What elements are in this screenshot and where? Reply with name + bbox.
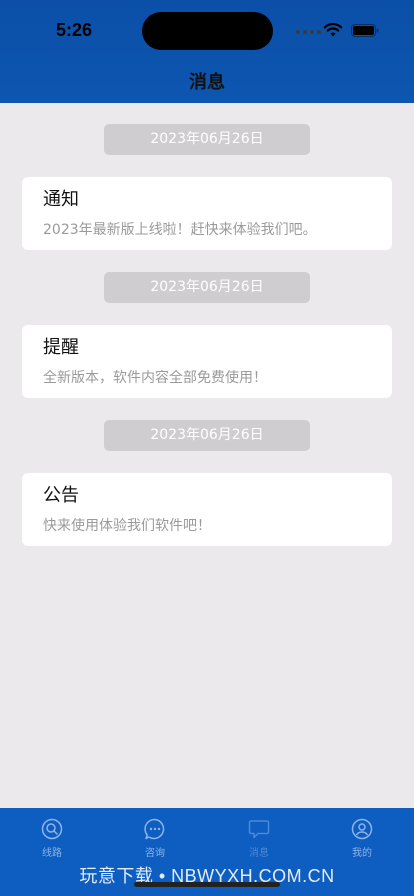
date-badge: 2023年06月26日 (104, 124, 310, 155)
message-title: 提醒 (43, 337, 79, 358)
message-title: 公告 (43, 485, 79, 506)
message-title: 通知 (43, 189, 79, 210)
page-title: 消息 (189, 72, 225, 93)
message-body: 全新版本，软件内容全部免费使用！ (43, 370, 267, 386)
message-card-reminder[interactable]: 提醒 全新版本，软件内容全部免费使用！ (22, 325, 392, 398)
search-icon (41, 818, 63, 840)
message-group: 2023年06月26日 通知 2023年最新版上线啦！赶快来体验我们吧。 (0, 124, 414, 250)
chat-icon (144, 818, 165, 840)
message-body: 快来使用体验我们软件吧！ (43, 518, 211, 534)
message-group: 2023年06月26日 提醒 全新版本，软件内容全部免费使用！ (0, 272, 414, 398)
date-badge: 2023年06月26日 (104, 420, 310, 451)
message-list: 2023年06月26日 通知 2023年最新版上线啦！赶快来体验我们吧。 202… (0, 124, 414, 546)
signal-icon (296, 30, 321, 34)
message-body: 2023年最新版上线啦！赶快来体验我们吧。 (43, 222, 317, 238)
tab-label: 消息 (249, 848, 269, 859)
message-group: 2023年06月26日 公告 快来使用体验我们软件吧！ (0, 420, 414, 546)
tab-label: 我的 (352, 848, 372, 859)
tab-consult[interactable]: 咨询 (125, 818, 185, 859)
message-icon (248, 820, 270, 839)
battery-icon (351, 24, 379, 37)
wifi-icon (323, 22, 343, 37)
tab-profile[interactable]: 我的 (332, 818, 392, 859)
dynamic-island (142, 12, 273, 50)
user-icon (351, 818, 373, 840)
header-bar: 5:26 消息 (0, 0, 414, 103)
tab-label: 线路 (42, 848, 62, 859)
status-time: 5:26 (56, 20, 93, 40)
home-indicator (134, 882, 280, 887)
date-badge: 2023年06月26日 (104, 272, 310, 303)
message-card-announcement[interactable]: 公告 快来使用体验我们软件吧！ (22, 473, 392, 546)
tab-messages[interactable]: 消息 (229, 818, 289, 859)
message-card-notice[interactable]: 通知 2023年最新版上线啦！赶快来体验我们吧。 (22, 177, 392, 250)
tab-routes[interactable]: 线路 (22, 818, 82, 859)
tab-label: 咨询 (145, 848, 165, 859)
